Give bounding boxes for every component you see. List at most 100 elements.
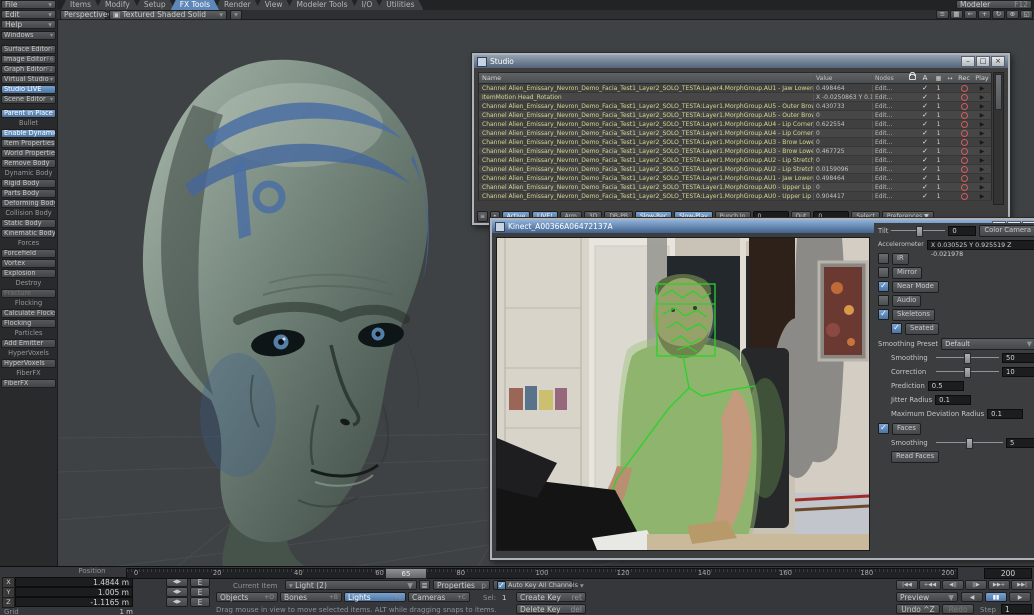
nodes-edit-button[interactable]: Edit... bbox=[872, 184, 907, 191]
nodes-edit-button[interactable]: Edit... bbox=[872, 85, 907, 92]
current-item-dropdown[interactable]: ▾ Light (2) ▼ bbox=[285, 580, 417, 590]
view-control-icon[interactable]: ≡ bbox=[936, 10, 949, 19]
active-checkmark[interactable] bbox=[918, 156, 932, 164]
sidebar-item[interactable]: Item Properties bbox=[1, 139, 56, 148]
sidebar-item[interactable]: Forces bbox=[1, 239, 56, 248]
studio-toolbar-button[interactable]: ≡ bbox=[477, 211, 488, 222]
scrollbar-thumb[interactable] bbox=[995, 74, 1002, 110]
maximize-button[interactable]: □ bbox=[976, 56, 990, 67]
sidebar-item[interactable]: Flocking bbox=[1, 319, 56, 328]
sidebar-item[interactable]: Virtual Studio ▾ bbox=[1, 75, 56, 84]
sidebar-item[interactable]: Kinematic Body bbox=[1, 229, 56, 238]
channel-row[interactable]: ItemMotion Head_Rotation X -0.0250863 Y … bbox=[478, 93, 992, 102]
transport-button[interactable]: ▶▶+ bbox=[988, 580, 1010, 590]
auto-key-toggle[interactable]: Auto Key All Channels ▾ bbox=[493, 580, 573, 590]
nodes-edit-button[interactable]: Edit... bbox=[872, 193, 907, 200]
toggle-button[interactable]: Audio bbox=[892, 295, 921, 307]
color-camera-button[interactable]: Color Camera bbox=[979, 225, 1034, 237]
sidebar-item[interactable]: Windows ▾ bbox=[1, 31, 56, 40]
channel-row[interactable]: Channel Alien_Emissary_Nevron_Demo_Facia… bbox=[478, 111, 992, 120]
view-control-icon[interactable]: ← bbox=[964, 10, 977, 19]
slider[interactable] bbox=[936, 353, 999, 362]
sidebar-item[interactable]: Forcefield bbox=[1, 249, 56, 258]
channel-row[interactable]: Channel Alien_Emissary_Nevron_Demo_Facia… bbox=[478, 84, 992, 93]
sidebar-item[interactable]: Add Emitter bbox=[1, 339, 56, 348]
toggle-button[interactable]: Mirror bbox=[892, 267, 922, 279]
category-button[interactable]: Bones +B bbox=[280, 592, 342, 602]
sidebar-item[interactable]: Calculate Flocks bbox=[1, 309, 56, 318]
sidebar-item[interactable]: Graph Editor F2 bbox=[1, 65, 56, 74]
sidebar-item[interactable]: Surface Editor F5 bbox=[1, 45, 56, 54]
sidebar-item[interactable]: Flocking bbox=[1, 299, 56, 308]
checkbox[interactable] bbox=[878, 309, 889, 320]
sidebar-item[interactable]: Fracture bbox=[1, 289, 56, 298]
item-list-button[interactable]: ≣ bbox=[419, 580, 430, 590]
axis-spinner[interactable]: ◀▶ bbox=[166, 587, 188, 597]
nodes-edit-button[interactable]: Edit... bbox=[872, 148, 907, 155]
field-value[interactable]: 0.1 bbox=[935, 395, 971, 405]
tilt-value-field[interactable]: 0 bbox=[948, 226, 976, 236]
nodes-edit-button[interactable]: Edit... bbox=[872, 130, 907, 137]
axis-value-field[interactable]: -1.1165 m bbox=[15, 597, 133, 607]
axis-value-field[interactable]: 1.005 m bbox=[15, 587, 133, 597]
transport-button[interactable]: |◀◀ bbox=[896, 580, 918, 590]
auto-key-checkbox[interactable] bbox=[497, 581, 506, 590]
faces-checkbox[interactable] bbox=[878, 423, 889, 434]
transport-button[interactable]: ▶▶| bbox=[1011, 580, 1033, 590]
viewport-mode-dropdown[interactable]: Perspective▾ bbox=[60, 10, 106, 20]
sidebar-item[interactable]: World Properties bbox=[1, 149, 56, 158]
record-toggle[interactable] bbox=[955, 166, 973, 173]
sidebar-item[interactable]: HyperVoxels bbox=[1, 359, 56, 368]
play-toggle[interactable] bbox=[973, 148, 991, 155]
active-checkmark[interactable] bbox=[918, 174, 932, 182]
sidebar-item[interactable]: Remove Body bbox=[1, 159, 56, 168]
sidebar-item[interactable]: Deforming Body bbox=[1, 199, 56, 208]
play-toggle[interactable] bbox=[973, 112, 991, 119]
modeler-button[interactable]: ModelerF12 bbox=[956, 0, 1032, 9]
sidebar-item[interactable]: Destroy bbox=[1, 279, 56, 288]
category-button[interactable]: Objects +O bbox=[216, 592, 278, 602]
view-control-icon[interactable]: ◱ bbox=[1020, 10, 1033, 19]
faces-smoothing-slider[interactable] bbox=[936, 438, 1003, 447]
sidebar-item[interactable]: FiberFX bbox=[1, 379, 56, 388]
slider-value-field[interactable]: 10 bbox=[1002, 367, 1034, 377]
play-toggle[interactable] bbox=[973, 157, 991, 164]
sidebar-item[interactable]: HyperVoxels bbox=[1, 349, 56, 358]
transport-button[interactable]: +◀◀ bbox=[919, 580, 941, 590]
checkbox[interactable] bbox=[878, 267, 889, 278]
active-checkmark[interactable] bbox=[918, 147, 932, 155]
record-toggle[interactable] bbox=[955, 103, 973, 110]
playback-button[interactable]: ◀ bbox=[961, 592, 983, 602]
shading-options-button[interactable]: ▾ bbox=[230, 10, 242, 20]
sidebar-item[interactable]: Collision Body bbox=[1, 209, 56, 218]
field-value[interactable]: 0.5 bbox=[928, 381, 964, 391]
slider[interactable] bbox=[936, 367, 999, 376]
faces-toggle-button[interactable]: Faces bbox=[892, 423, 921, 435]
sidebar-item[interactable]: Parent in Place bbox=[1, 109, 56, 118]
channel-row[interactable]: Channel Alien_Emissary_Nevron_Demo_Facia… bbox=[478, 165, 992, 174]
transport-button[interactable]: ◀|| bbox=[942, 580, 964, 590]
sidebar-item[interactable]: Explosion bbox=[1, 269, 56, 278]
sidebar-item[interactable]: Parts Body bbox=[1, 189, 56, 198]
faces-smoothing-value[interactable]: 5 bbox=[1006, 438, 1034, 448]
play-toggle[interactable] bbox=[973, 175, 991, 182]
menu-button[interactable]: Edit ▾ bbox=[1, 10, 56, 19]
menu-button[interactable]: File ▾ bbox=[1, 0, 56, 9]
main-tab[interactable]: FX Tools bbox=[171, 0, 219, 10]
record-toggle[interactable] bbox=[955, 175, 973, 182]
main-tab[interactable]: Render bbox=[215, 0, 260, 10]
smoothing-preset-dropdown[interactable]: Default ▼ bbox=[941, 338, 1034, 350]
view-control-icon[interactable]: + bbox=[978, 10, 991, 19]
step-value-field[interactable]: 1 bbox=[1001, 604, 1032, 614]
field-value[interactable]: 0.1 bbox=[987, 409, 1023, 419]
sidebar-item[interactable]: Scene Editor ▾ bbox=[1, 95, 56, 104]
studio-titlebar[interactable]: Studio – □ × bbox=[474, 55, 1008, 68]
nodes-edit-button[interactable]: Edit... bbox=[872, 121, 907, 128]
sidebar-item[interactable]: Bullet bbox=[1, 119, 56, 128]
active-checkmark[interactable] bbox=[918, 183, 932, 191]
channel-row[interactable]: Channel Alien_Emissary_Nevron_Demo_Facia… bbox=[478, 192, 992, 201]
main-tab[interactable]: View bbox=[256, 0, 292, 10]
sidebar-item[interactable]: Dynamic Body bbox=[1, 169, 56, 178]
nodes-edit-button[interactable]: Edit... bbox=[872, 175, 907, 182]
active-checkmark[interactable] bbox=[918, 165, 932, 173]
